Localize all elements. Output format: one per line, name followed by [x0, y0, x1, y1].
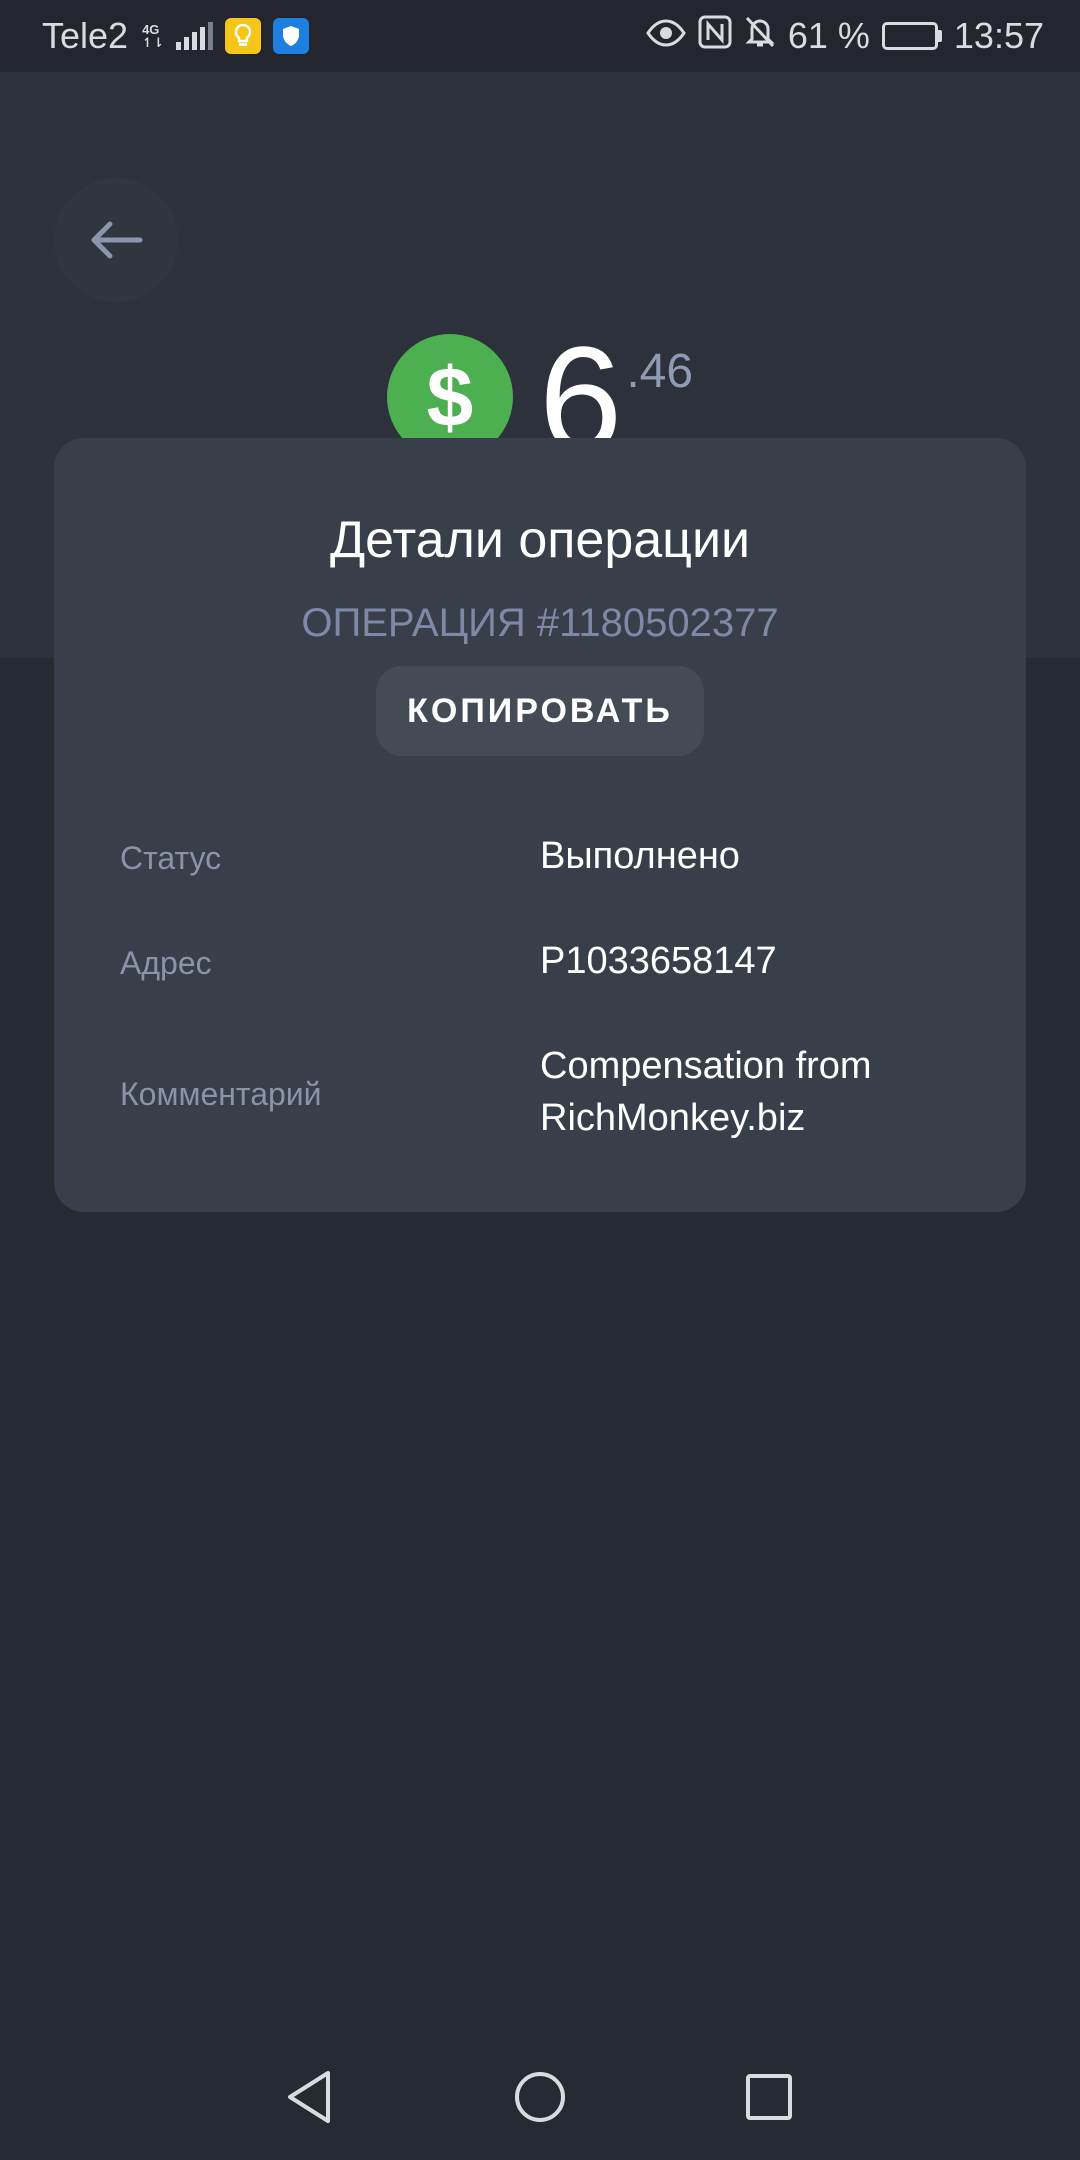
nav-home-button[interactable] — [505, 2062, 575, 2132]
status-bar: Tele2 4G ↿⇂ 61 % 13:57 — [0, 0, 1080, 72]
card-title: Детали операции — [329, 511, 751, 569]
clock: 13:57 — [953, 15, 1044, 56]
signal-icon — [175, 22, 213, 50]
status-value: Выполнено — [540, 835, 740, 877]
operation-number: ОПЕРАЦИЯ #1180502377 — [301, 601, 779, 645]
nav-back-button[interactable] — [274, 2062, 344, 2132]
status-label: Статус — [120, 840, 222, 876]
operation-details-card: Детали операции ОПЕРАЦИЯ #1180502377 КОП… — [54, 438, 1026, 1212]
comment-label: Комментарий — [120, 1076, 322, 1112]
shield-app-icon — [272, 18, 309, 54]
status-bar-right: 61 % 13:57 — [646, 15, 1044, 58]
arrow-left-icon — [91, 221, 143, 259]
status-bar-left: Tele2 4G ↿⇂ — [42, 15, 309, 57]
circle-home-icon — [515, 2072, 565, 2122]
square-recent-icon — [746, 2074, 792, 2120]
nfc-icon — [698, 15, 732, 58]
screen: Tele2 4G ↿⇂ 61 % 13:57 $ 6 .46 Детали оп… — [0, 0, 1080, 2160]
copy-button[interactable]: КОПИРОВАТЬ — [376, 666, 704, 756]
comment-value: Compensation from RichMonkey.biz — [540, 1045, 872, 1139]
address-value: P1033658147 — [540, 940, 777, 982]
eye-icon — [646, 15, 686, 57]
amount-fraction: .46 — [626, 345, 694, 398]
battery-percent: 61 % — [787, 15, 870, 56]
nav-recent-button[interactable] — [734, 2062, 804, 2132]
bulb-app-icon — [224, 18, 261, 54]
battery-icon — [881, 22, 942, 50]
carrier-name: Tele2 — [42, 15, 129, 56]
network-type: 4G ↿⇂ — [142, 22, 164, 50]
bell-off-icon — [744, 15, 776, 58]
address-label: Адрес — [120, 945, 212, 981]
back-button[interactable] — [54, 178, 178, 302]
triangle-back-icon — [288, 2071, 330, 2123]
